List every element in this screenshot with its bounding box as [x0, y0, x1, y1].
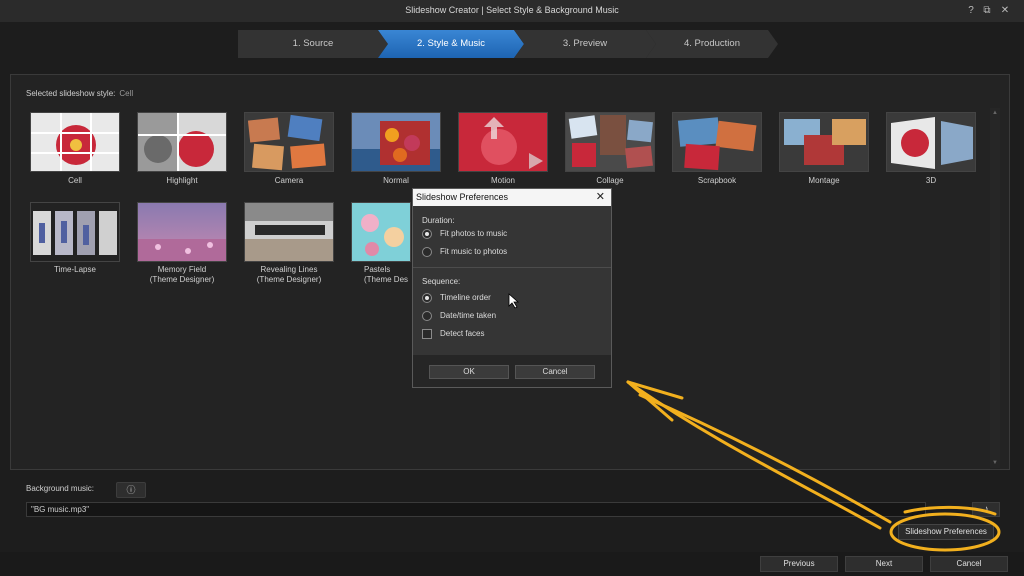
slideshow-preferences-button[interactable]: Slideshow Preferences [898, 524, 994, 540]
detect-faces-option[interactable]: Detect faces [422, 328, 484, 340]
radio-icon[interactable] [422, 246, 432, 257]
selected-style-label: Selected slideshow style: Cell [26, 89, 133, 98]
duration-label: Duration: [422, 216, 455, 225]
cancel-button[interactable]: Cancel [930, 556, 1008, 572]
duration-option-label: Fit music to photos [440, 247, 508, 256]
step-style-music[interactable]: 2. Style & Music [378, 30, 524, 58]
style-label-pastels-name: Pastels [364, 265, 391, 274]
info-icon[interactable]: ⓘ [116, 482, 146, 498]
duration-option-label: Fit photos to music [440, 229, 508, 238]
sequence-label: Sequence: [422, 277, 461, 286]
style-thumb-camera[interactable] [244, 112, 334, 172]
sequence-option-label: Timeline order [440, 293, 491, 302]
style-thumb-cell[interactable] [30, 112, 120, 172]
scroll-up-icon[interactable]: ▲ [990, 110, 1000, 116]
dialog-divider [413, 267, 611, 268]
selected-style-caption: Selected slideshow style: [26, 89, 116, 98]
sequence-option-date[interactable]: Date/time taken [422, 310, 496, 322]
selected-style-value: Cell [119, 89, 134, 98]
checkbox-icon[interactable] [422, 328, 432, 339]
duration-option-fit-music[interactable]: Fit music to photos [422, 246, 507, 258]
dialog-cancel-button[interactable]: Cancel [515, 365, 595, 379]
background-music-field[interactable]: "BG music.mp3" [26, 502, 926, 517]
style-scrollbar[interactable]: ▲ ▼ [990, 108, 1000, 468]
style-label-pastels-sub: (Theme Des [364, 275, 409, 284]
ok-button[interactable]: OK [429, 365, 509, 379]
sequence-option-timeline[interactable]: Timeline order [422, 292, 491, 304]
close-icon[interactable]: ✕ [998, 4, 1012, 18]
style-thumb-collage[interactable] [565, 112, 655, 172]
style-thumb-time-lapse[interactable] [30, 202, 120, 262]
previous-button[interactable]: Previous [760, 556, 838, 572]
style-label-pastels: Pastels (Theme Des [331, 265, 411, 285]
scroll-down-icon[interactable]: ▼ [990, 460, 1000, 466]
wizard-steps: 1. Source 2. Style & Music 3. Preview 4.… [238, 30, 778, 58]
style-thumb-memory-field[interactable] [137, 202, 227, 262]
title-bar: Slideshow Creator | Select Style & Backg… [0, 0, 1024, 22]
radio-selected-icon[interactable] [422, 292, 432, 303]
background-music-label: Background music: [26, 484, 95, 493]
dialog-close-icon[interactable]: ✕ [596, 189, 605, 206]
slideshow-preferences-dialog: Slideshow Preferences ✕ Duration: Fit ph… [412, 188, 612, 388]
style-thumb-scrapbook[interactable] [672, 112, 762, 172]
dialog-title: Slideshow Preferences [413, 189, 611, 206]
radio-selected-icon[interactable] [422, 228, 432, 239]
style-label-3d: 3D [925, 176, 937, 185]
style-thumb-highlight[interactable] [137, 112, 227, 172]
step-production[interactable]: 4. Production [646, 30, 778, 58]
style-thumb-normal[interactable] [351, 112, 441, 172]
style-thumb-revealing-lines[interactable] [244, 202, 334, 262]
next-button[interactable]: Next [845, 556, 923, 572]
style-thumb-motion[interactable] [458, 112, 548, 172]
mouse-cursor-icon [508, 293, 520, 309]
radio-icon[interactable] [422, 310, 432, 321]
sequence-option-label: Date/time taken [440, 311, 497, 320]
restore-icon[interactable]: ⧉ [980, 4, 994, 18]
step-preview[interactable]: 3. Preview [514, 30, 656, 58]
duration-option-fit-photos[interactable]: Fit photos to music [422, 228, 507, 240]
style-thumb-montage[interactable] [779, 112, 869, 172]
help-icon[interactable]: ? [964, 4, 978, 18]
style-thumb-3d[interactable] [886, 112, 976, 172]
style-thumb-pastels[interactable] [351, 202, 411, 262]
detect-faces-label: Detect faces [440, 329, 485, 338]
window-title: Slideshow Creator | Select Style & Backg… [405, 5, 619, 15]
music-note-icon[interactable]: ♪ [972, 502, 1000, 517]
step-source[interactable]: 1. Source [238, 30, 388, 58]
